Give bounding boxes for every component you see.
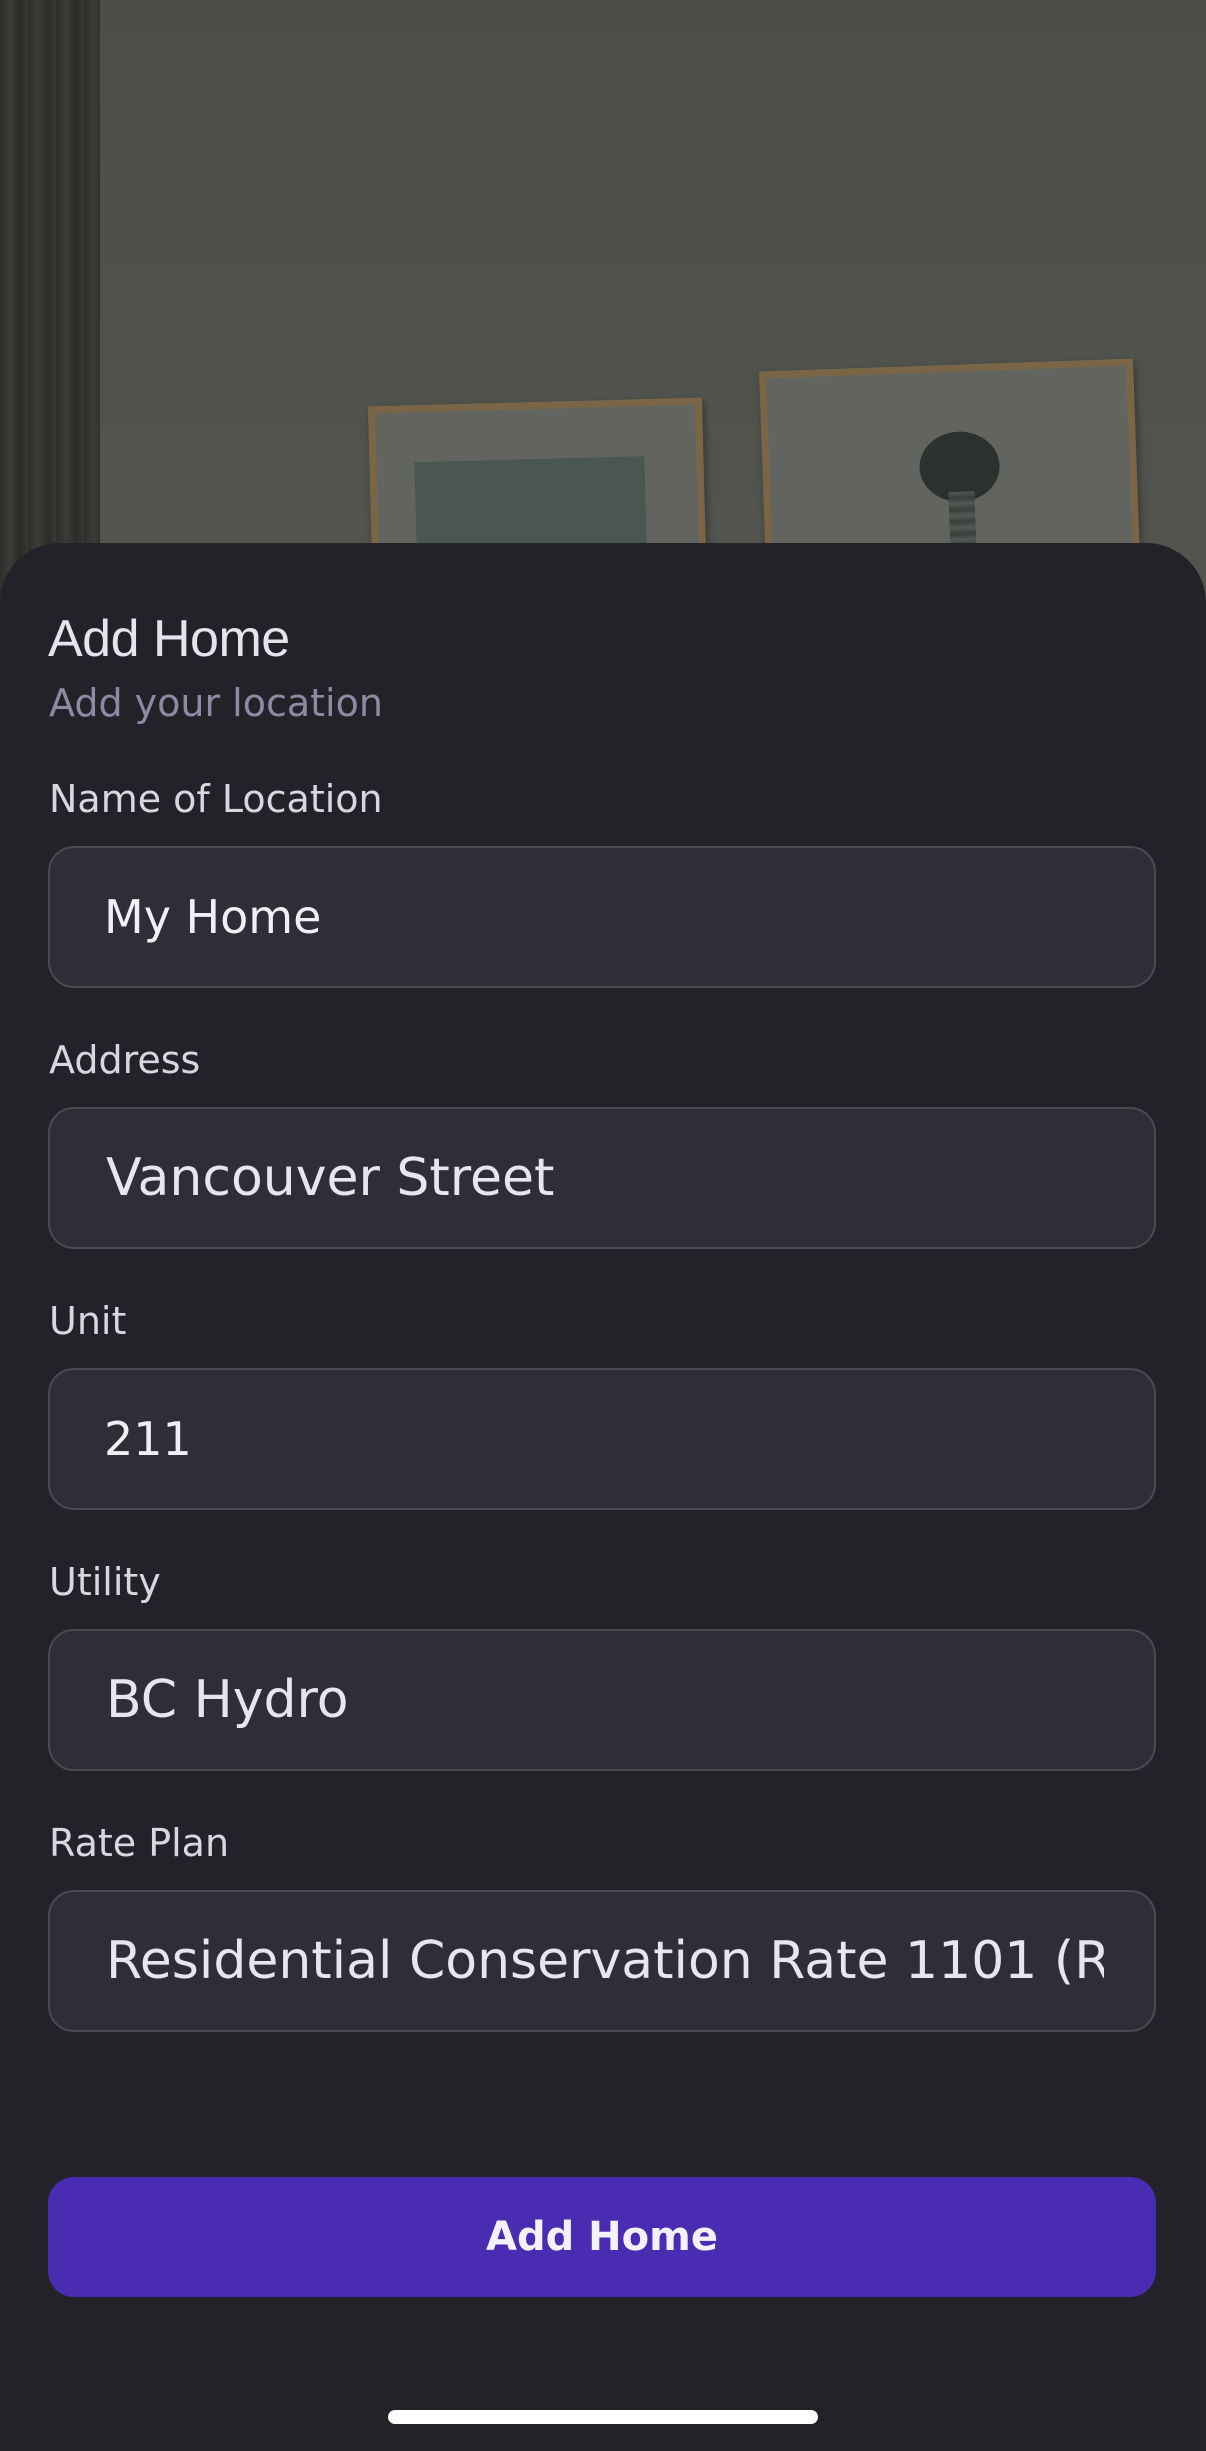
sheet-title: Add Home — [48, 610, 290, 668]
utility-label: Utility — [49, 1560, 161, 1604]
name-of-location-value: My Home — [104, 890, 322, 944]
unit-input[interactable]: 211 — [48, 1368, 1156, 1510]
home-indicator[interactable] — [388, 2410, 818, 2424]
address-input[interactable]: Vancouver Street — [48, 1107, 1156, 1249]
bottom-sheet: Add Home Add your location Name of Locat… — [0, 543, 1206, 2451]
utility-input[interactable]: BC Hydro — [48, 1629, 1156, 1771]
utility-value: BC Hydro — [106, 1670, 349, 1730]
unit-value: 211 — [104, 1412, 192, 1466]
add-home-screen: Add Home Add your location Name of Locat… — [0, 0, 1206, 2451]
rate-plan-label: Rate Plan — [49, 1821, 230, 1865]
address-label: Address — [49, 1038, 201, 1082]
name-of-location-label: Name of Location — [49, 777, 383, 821]
address-value: Vancouver Street — [106, 1148, 555, 1208]
name-of-location-input[interactable]: My Home — [48, 846, 1156, 988]
add-home-button[interactable]: Add Home — [48, 2177, 1156, 2297]
sheet-subtitle: Add your location — [49, 681, 383, 725]
rate-plan-value: Residential Conservation Rate 1101 (Rat — [106, 1931, 1104, 1991]
unit-label: Unit — [49, 1299, 127, 1343]
rate-plan-input[interactable]: Residential Conservation Rate 1101 (Rat — [48, 1890, 1156, 2032]
